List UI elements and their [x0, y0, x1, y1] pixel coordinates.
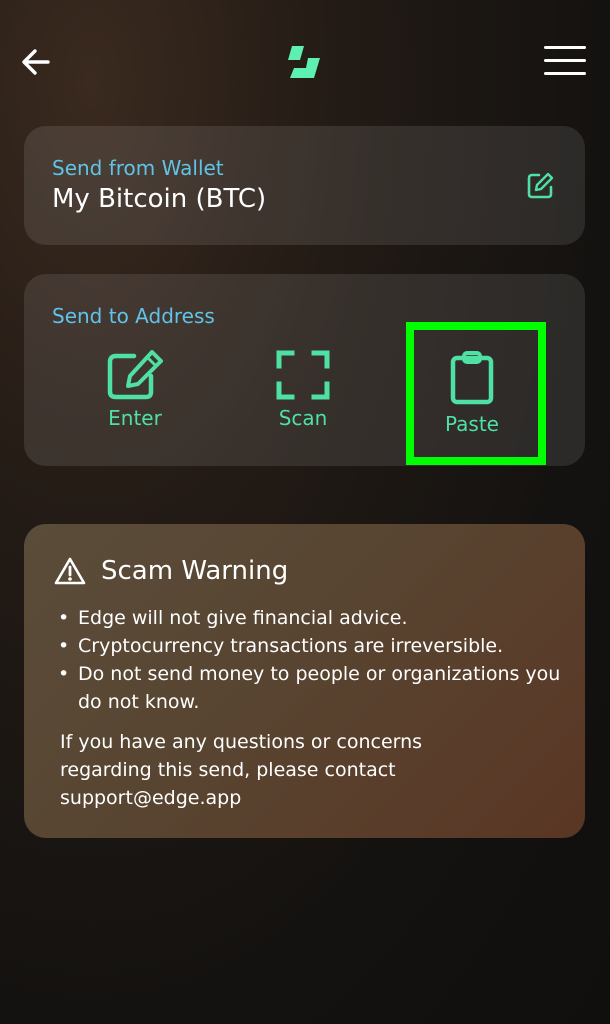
- scam-warning-card: Scam Warning Edge will not give financia…: [24, 524, 585, 838]
- scan-address-button[interactable]: Scan: [233, 350, 373, 450]
- edge-logo-icon: [284, 44, 324, 80]
- top-bar: [0, 0, 610, 120]
- menu-line: [544, 46, 586, 49]
- arrow-left-icon: [22, 49, 50, 75]
- enter-label: Enter: [108, 406, 162, 430]
- warning-list: Edge will not give financial advice. Cry…: [56, 604, 566, 716]
- hamburger-menu-button[interactable]: [544, 46, 586, 78]
- edit-icon[interactable]: [526, 170, 556, 200]
- warning-item: Do not send money to people or organizat…: [56, 660, 566, 716]
- paste-highlight-box: [406, 322, 546, 465]
- send-from-wallet-card[interactable]: Send from Wallet My Bitcoin (BTC): [24, 126, 585, 245]
- wallet-label: Send from Wallet: [52, 156, 224, 180]
- warning-item: Cryptocurrency transactions are irrevers…: [56, 632, 566, 660]
- enter-address-button[interactable]: Enter: [65, 350, 205, 450]
- warning-contact-note: If you have any questions or concerns re…: [60, 731, 423, 809]
- scan-label: Scan: [278, 406, 328, 430]
- menu-line: [544, 72, 586, 75]
- scan-icon: [276, 350, 330, 400]
- edit-icon: [107, 350, 163, 400]
- back-button[interactable]: [18, 44, 54, 80]
- address-label: Send to Address: [52, 304, 215, 328]
- menu-line: [544, 59, 586, 62]
- warning-triangle-icon: [54, 556, 86, 586]
- warning-item: Edge will not give financial advice.: [56, 604, 566, 632]
- wallet-name: My Bitcoin (BTC): [52, 184, 267, 214]
- warning-title: Scam Warning: [101, 556, 289, 586]
